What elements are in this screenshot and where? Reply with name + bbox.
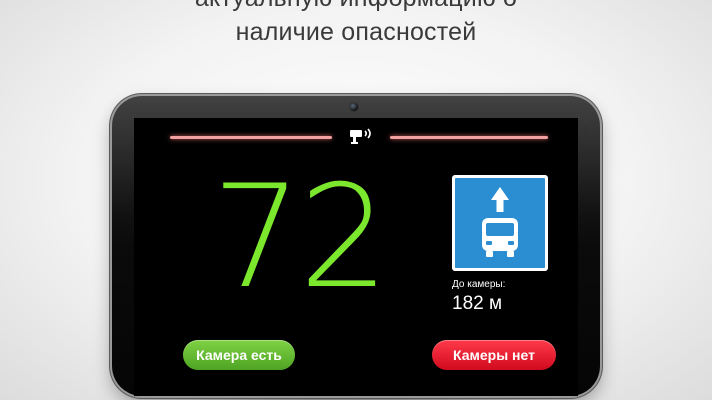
caption-main: наличие опасностей: [235, 18, 477, 46]
side-button: [584, 126, 588, 134]
speed-camera-icon: [350, 128, 371, 144]
bus-lane-sign-icon: [452, 175, 548, 271]
alert-bar-left: [170, 136, 332, 139]
app-screen: 72 До камеры: 182 м Камера есть Камеры н…: [134, 118, 578, 396]
caption-top: актуальную информацию о: [0, 0, 712, 13]
no-camera-button[interactable]: Камеры нет: [432, 340, 556, 370]
camera-exists-button[interactable]: Камера есть: [183, 340, 295, 370]
distance-value: 182 м: [452, 293, 503, 314]
distance-label: До камеры:: [452, 279, 506, 290]
current-speed: 72: [211, 155, 390, 320]
front-camera-icon: [350, 103, 358, 111]
alert-bar-right: [390, 136, 548, 139]
bus-lane-graphic: [482, 187, 518, 257]
tablet-device: 72 До камеры: 182 м Камера есть Камеры н…: [112, 96, 600, 396]
